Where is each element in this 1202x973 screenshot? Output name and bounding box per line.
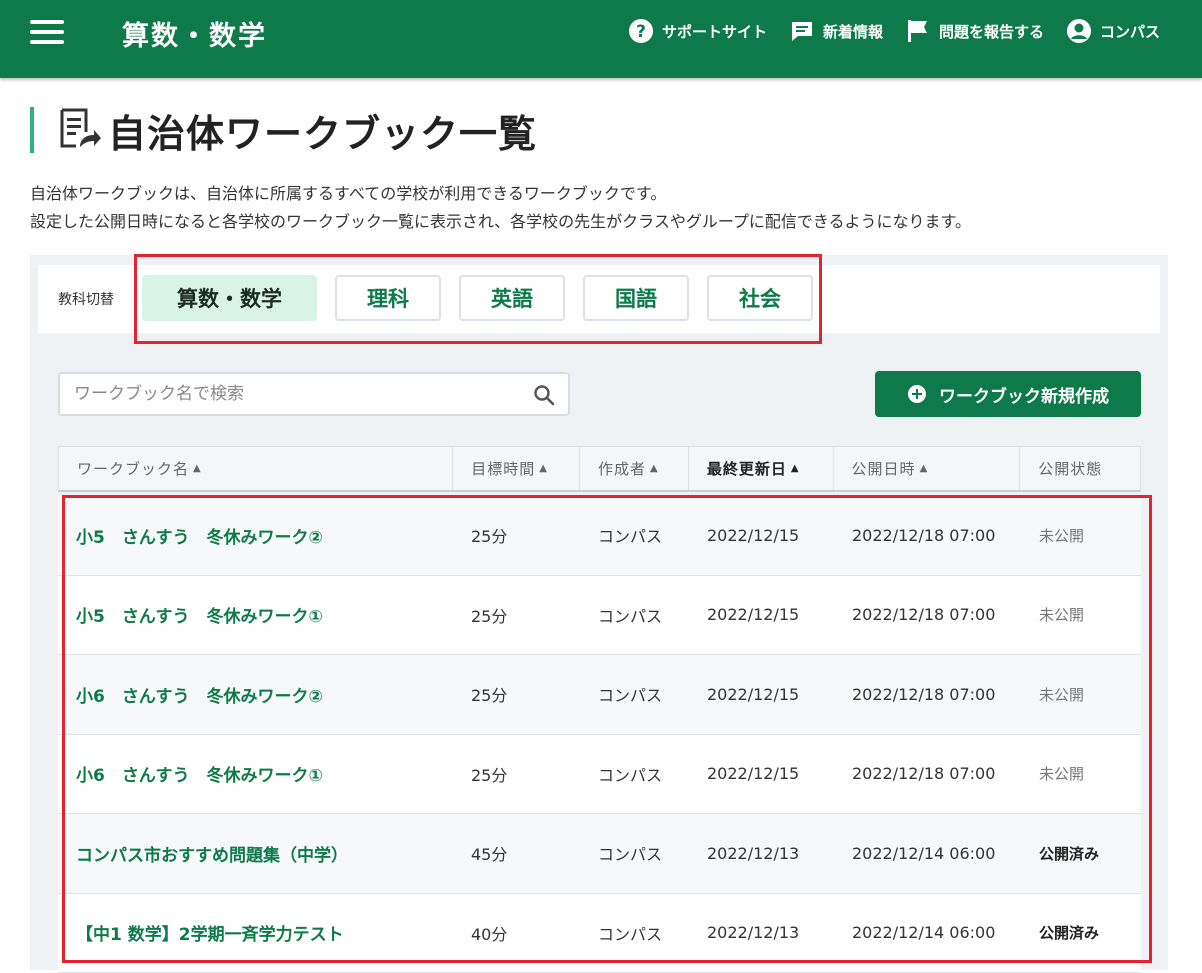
nav-support-site-label: サポートサイト	[662, 21, 767, 42]
description-line: 設定した公開日時になると各学校のワークブック一覧に表示され、各学校の先生がクラス…	[30, 208, 971, 236]
hamburger-menu-icon[interactable]	[30, 20, 64, 46]
svg-text:?: ?	[636, 22, 646, 42]
title-accent-bar	[30, 107, 34, 153]
header-last-updated-label: 最終更新日	[707, 458, 787, 479]
header-target-time-label: 目標時間	[471, 458, 535, 479]
new-workbook-button[interactable]: ワークブック新規作成	[875, 371, 1141, 417]
nav-report-problem-label: 問題を報告する	[939, 21, 1044, 42]
nav-report-problem[interactable]: 問題を報告する	[905, 18, 1044, 44]
header-nav: ? サポートサイト 新着情報 問題を報告する コンパス	[606, 18, 1160, 44]
header-publish-date[interactable]: 公開日時 ▲	[834, 447, 1021, 490]
new-workbook-button-label: ワークブック新規作成	[939, 382, 1109, 407]
nav-account-label: コンパス	[1100, 21, 1160, 42]
header-last-updated[interactable]: 最終更新日 ▲	[689, 447, 834, 490]
flag-icon	[905, 18, 931, 44]
subject-switcher-label: 教科切替	[58, 289, 114, 309]
help-circle-icon: ?	[628, 18, 654, 44]
page-description: 自治体ワークブックは、自治体に所属するすべての学校が利用できるワークブックです。…	[30, 180, 971, 236]
description-line: 自治体ワークブックは、自治体に所属するすべての学校が利用できるワークブックです。	[30, 180, 971, 208]
nav-account[interactable]: コンパス	[1066, 18, 1160, 44]
sort-arrow-icon: ▲	[920, 463, 929, 474]
table-header: ワークブック名 ▲ 目標時間 ▲ 作成者 ▲ 最終更新日 ▲ 公開日時 ▲ 公開状態	[58, 446, 1141, 492]
message-icon	[789, 18, 815, 44]
search-input[interactable]	[74, 382, 514, 406]
app-header: 算数・数学 ? サポートサイト 新着情報 問題を報告する コンパス	[0, 0, 1202, 78]
highlight-box	[134, 254, 822, 344]
nav-support-site[interactable]: ? サポートサイト	[628, 18, 767, 44]
header-author[interactable]: 作成者 ▲	[580, 447, 689, 490]
sort-arrow-icon: ▲	[791, 463, 800, 474]
search-box	[58, 372, 570, 416]
sort-arrow-icon: ▲	[650, 463, 659, 474]
header-status: 公開状態	[1020, 447, 1140, 490]
header-target-time[interactable]: 目標時間 ▲	[453, 447, 580, 490]
header-name[interactable]: ワークブック名 ▲	[59, 447, 453, 490]
header-name-label: ワークブック名	[77, 458, 189, 479]
app-title: 算数・数学	[122, 14, 267, 53]
nav-news-label: 新着情報	[823, 21, 883, 42]
search-icon[interactable]	[532, 383, 556, 407]
account-icon	[1066, 18, 1092, 44]
header-publish-date-label: 公開日時	[852, 458, 916, 479]
sort-arrow-icon: ▲	[539, 463, 548, 474]
highlight-box	[62, 495, 1152, 963]
page-title: 自治体ワークブック一覧	[108, 103, 537, 158]
plus-circle-icon	[907, 384, 927, 404]
page-heading: 自治体ワークブック一覧	[30, 106, 537, 154]
sort-arrow-icon: ▲	[193, 463, 202, 474]
header-status-label: 公開状態	[1038, 458, 1102, 479]
workbook-share-icon	[56, 107, 102, 153]
header-author-label: 作成者	[598, 458, 646, 479]
nav-news[interactable]: 新着情報	[789, 18, 883, 44]
